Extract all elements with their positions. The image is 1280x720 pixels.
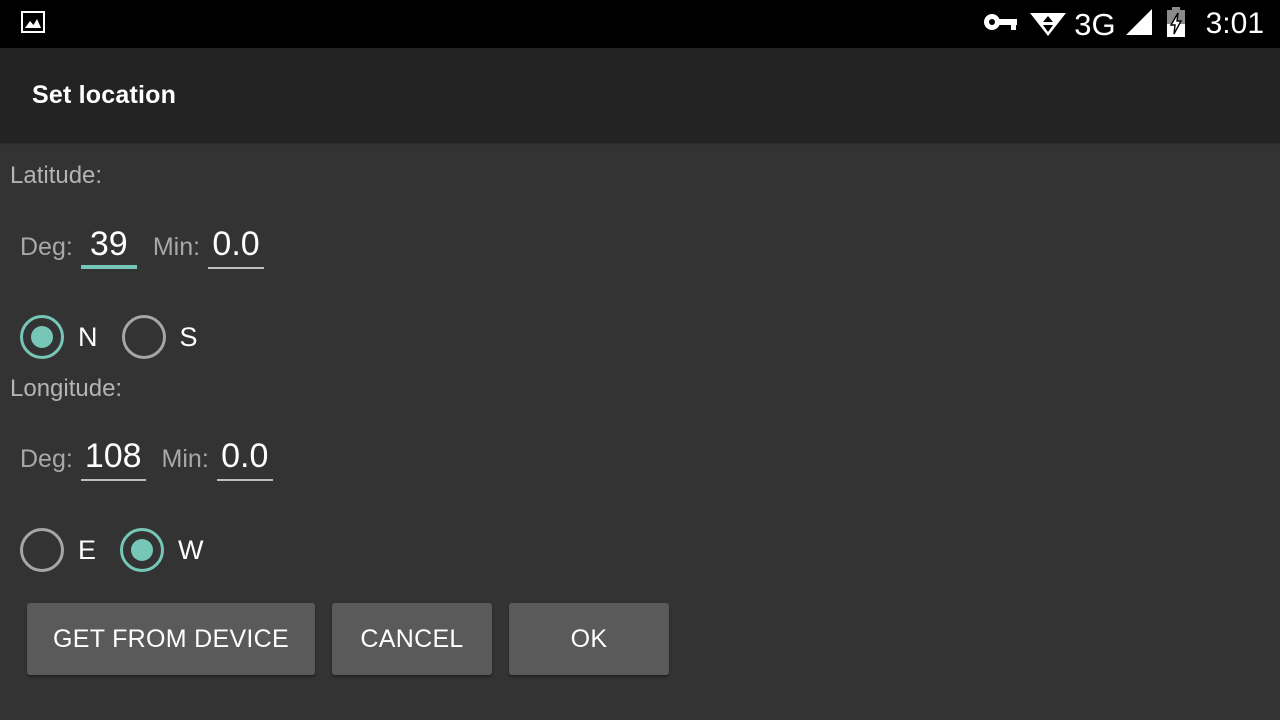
radio-north-label: N bbox=[78, 321, 98, 352]
latitude-fields: Deg: 39 Min: 0.0 bbox=[20, 225, 265, 269]
radio-south-icon[interactable] bbox=[121, 315, 166, 359]
latitude-hemisphere-group: N S bbox=[20, 315, 222, 359]
longitude-deg-label: Deg: bbox=[20, 445, 73, 473]
radio-north-icon[interactable] bbox=[20, 315, 64, 359]
set-location-form: Latitude: Deg: 39 Min: 0.0 N S Longitude… bbox=[0, 145, 1280, 720]
longitude-min-label: Min: bbox=[161, 445, 209, 473]
app-bar: Set location bbox=[0, 48, 1280, 144]
radio-option-north[interactable]: N bbox=[20, 315, 98, 359]
radio-west-icon[interactable] bbox=[120, 528, 165, 572]
ok-button[interactable]: OK bbox=[509, 603, 670, 675]
latitude-section-label: Latitude: bbox=[10, 162, 103, 189]
latitude-min-label: Min: bbox=[152, 233, 201, 261]
page-title: Set location bbox=[32, 81, 177, 109]
radio-option-west[interactable]: W bbox=[120, 528, 204, 572]
android-set-location-screen: 3G 3:01 Set location Latitude: Deg: 39 M… bbox=[0, 0, 1280, 720]
wifi-icon bbox=[1028, 7, 1068, 42]
get-from-device-button[interactable]: GET FROM DEVICE bbox=[27, 603, 316, 675]
vpn-key-icon bbox=[983, 9, 1019, 40]
radio-east-icon[interactable] bbox=[20, 528, 64, 572]
latitude-deg-input[interactable]: 39 bbox=[80, 225, 137, 269]
photo-image-icon bbox=[20, 9, 46, 40]
longitude-section-label: Longitude: bbox=[10, 375, 123, 402]
latitude-min-input[interactable]: 0.0 bbox=[208, 225, 265, 269]
signal-cellular-icon bbox=[1123, 7, 1155, 42]
radio-option-south[interactable]: S bbox=[121, 315, 198, 359]
cancel-button[interactable]: CANCEL bbox=[332, 603, 493, 675]
longitude-hemisphere-group: E W bbox=[20, 528, 228, 572]
status-bar-right-icons: 3G 3:01 bbox=[983, 6, 1264, 43]
clock-label: 3:01 bbox=[1205, 7, 1264, 40]
radio-west-label: W bbox=[178, 534, 204, 565]
longitude-deg-input[interactable]: 108 bbox=[80, 437, 146, 481]
status-bar-left-icons bbox=[20, 9, 46, 40]
battery-charging-icon bbox=[1164, 6, 1188, 43]
dialog-button-row: GET FROM DEVICE CANCEL OK bbox=[27, 603, 670, 675]
status-bar: 3G 3:01 bbox=[0, 0, 1280, 48]
network-type-label: 3G bbox=[1074, 6, 1116, 42]
longitude-min-input[interactable]: 0.0 bbox=[216, 437, 273, 481]
radio-option-east[interactable]: E bbox=[20, 528, 96, 572]
longitude-fields: Deg: 108 Min: 0.0 bbox=[20, 437, 273, 481]
radio-south-label: S bbox=[179, 321, 198, 352]
latitude-deg-label: Deg: bbox=[20, 233, 73, 261]
radio-east-label: E bbox=[78, 534, 97, 565]
